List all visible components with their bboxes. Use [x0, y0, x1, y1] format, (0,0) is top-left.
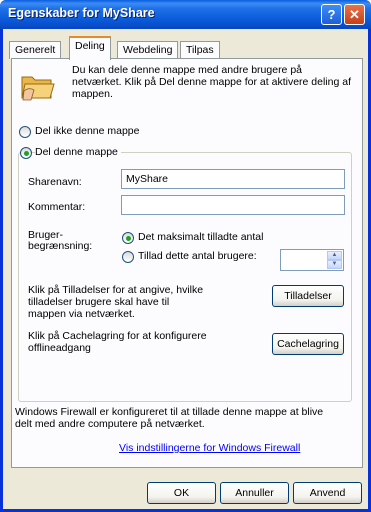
- help-button[interactable]: ?: [321, 4, 342, 25]
- share-radio[interactable]: [20, 147, 32, 159]
- max-users-label: Det maksimalt tilladte antal: [138, 231, 264, 243]
- sharing-tab-panel: Du kan dele denne mappe med andre bruger…: [11, 58, 363, 468]
- allow-users-radio[interactable]: [122, 251, 134, 263]
- firewall-settings-link[interactable]: Vis indstillingerne for Windows Firewall: [119, 442, 300, 454]
- comment-input[interactable]: [121, 195, 345, 215]
- dont-share-label: Del ikke denne mappe: [35, 125, 140, 137]
- caching-button[interactable]: Cachelagring: [272, 333, 344, 355]
- tab-generelt[interactable]: Generelt: [9, 41, 62, 59]
- window-title: Egenskaber for MyShare: [8, 6, 155, 20]
- share-name-label: Sharenavn:: [28, 176, 82, 188]
- spinner-down-arrow-icon[interactable]: ▼: [327, 260, 342, 269]
- tab-deling[interactable]: Deling: [69, 36, 111, 60]
- help-icon: ?: [327, 7, 336, 22]
- title-bar[interactable]: Egenskaber for MyShare ? ✕: [0, 0, 371, 29]
- dont-share-radio[interactable]: [19, 126, 31, 138]
- spinner-up-arrow-icon[interactable]: ▲: [327, 251, 342, 260]
- shared-folder-icon: [21, 76, 55, 101]
- user-count-spinner[interactable]: ▲ ▼: [280, 249, 344, 271]
- share-settings-group: [18, 152, 352, 402]
- comment-label: Kommentar:: [28, 201, 86, 213]
- ok-button[interactable]: OK: [147, 482, 216, 504]
- tab-tilpas[interactable]: Tilpas: [180, 41, 220, 59]
- cancel-button[interactable]: Annuller: [220, 482, 289, 504]
- apply-button[interactable]: Anvend: [293, 482, 362, 504]
- share-label: Del denne mappe: [35, 146, 121, 158]
- allow-users-label: Tillad dette antal brugere:: [138, 250, 257, 262]
- permissions-button[interactable]: Tilladelser: [272, 285, 344, 307]
- share-name-input[interactable]: MyShare: [121, 169, 345, 189]
- user-limit-label-2: begrænsning:: [28, 240, 93, 252]
- caching-text: Klik på Cachelagring for at konfigurere …: [28, 330, 207, 354]
- properties-dialog: Egenskaber for MyShare ? ✕ Generelt Deli…: [0, 0, 371, 512]
- permissions-text: Klik på Tilladelser for at angive, hvilk…: [28, 284, 204, 320]
- max-users-radio[interactable]: [122, 232, 134, 244]
- tab-webdeling[interactable]: Webdeling: [117, 41, 179, 59]
- close-button[interactable]: ✕: [344, 4, 365, 25]
- sharing-intro-text: Du kan dele denne mappe med andre bruger…: [72, 64, 351, 100]
- close-icon: ✕: [349, 6, 360, 22]
- firewall-text: Windows Firewall er konfigureret til at …: [15, 406, 324, 430]
